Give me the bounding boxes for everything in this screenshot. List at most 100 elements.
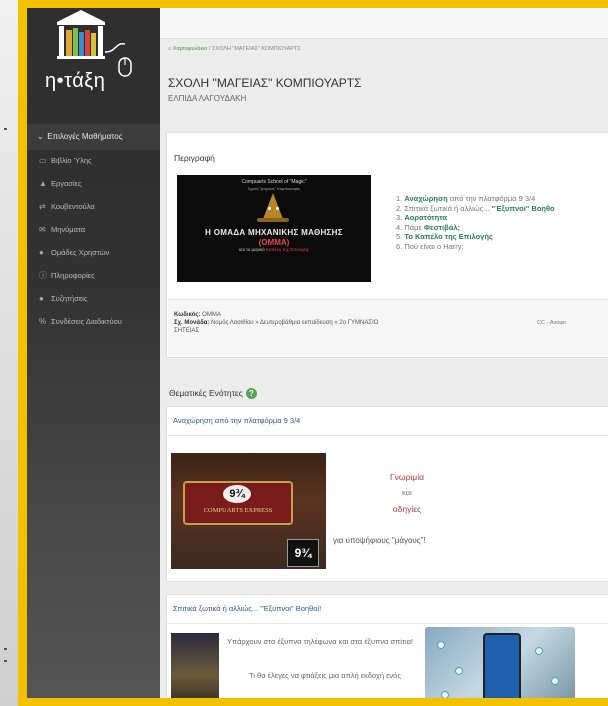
unit-card: Αναχώρηση από την πλατφόρμα 9 3/4 9¾ COM… xyxy=(166,406,608,582)
link-icon: % xyxy=(39,317,47,326)
banner-line-2: Σχολή "μαγείας" Κόμπιουαρτς xyxy=(247,186,301,191)
banner-line-5-highlight: Καπέλο της Επιλογής xyxy=(265,247,309,252)
sidebar-section-label: Επιλογές Μαθήματος xyxy=(47,132,123,141)
unit-intro-text: Γνωριμία και οδηγίες xyxy=(347,469,467,517)
course-author: ΕΛΠΙΔΑ ΛΑΓΟΥΔΑΚΗ xyxy=(168,94,247,103)
sidebar-item-assignments[interactable]: ▲ Εργασίες xyxy=(27,173,160,195)
flask-icon: ▲ xyxy=(39,179,47,188)
course-code: Κωδικός: OMMA xyxy=(174,312,221,318)
page-title: ΣΧΟΛΗ "ΜΑΓΕΙΑΣ" ΚΟΜΠΙΟΥΑΡΤΣ xyxy=(168,76,362,90)
app-dot-icon xyxy=(441,691,449,698)
sidebar-item-label: Εργασίες xyxy=(51,179,82,188)
course-school: Σχ. Μονάδα: Νομός Λασιθίου » Δευτεροβάθμ… xyxy=(174,320,379,326)
breadcrumb-home-label: Χαρτοφυλάκιο xyxy=(172,46,208,52)
platform-sign: 9¾ COMPUARTS EXPRESS xyxy=(183,481,293,525)
description-toc: 1. Αναχώρηση από την πλατφόρμα 9 3/4 2. … xyxy=(396,194,555,251)
sidebar-section-course-options[interactable]: ⌄ Επιλογές Μαθήματος xyxy=(27,124,160,150)
license-label: CC - Αναφο xyxy=(537,320,566,326)
toc-item[interactable]: 3. Αορατότητα xyxy=(396,213,555,223)
toc-item[interactable]: 5. Το Καπέλο της Επιλογής xyxy=(396,232,555,242)
banner-line-5-prefix: και το μαγικό xyxy=(239,247,265,252)
sidebar-item-course-book[interactable]: ▭ Βιβλίο Ύλης xyxy=(27,150,160,172)
app-window: η•τάξη ⌄ Επιλογές Μαθήματος ▭ Βιβλίο Ύλης… xyxy=(27,8,608,698)
highlight-frame: η•τάξη ⌄ Επιλογές Μαθήματος ▭ Βιβλίο Ύλης… xyxy=(18,0,608,706)
course-banner-image: Compuarts School of "Magic" Σχολή "μαγεί… xyxy=(177,175,371,282)
hat-eye xyxy=(268,207,271,210)
unit-title[interactable]: Σπιτικά ξωτικά ή αλλιώς... "Έξυπνοι" Βοη… xyxy=(173,604,321,613)
sidebar-item-messages[interactable]: ✉ Μηνύματα xyxy=(27,219,160,241)
banner-line-1: Compuarts School of "Magic" xyxy=(241,179,307,185)
logo-text: η•τάξη xyxy=(45,70,106,92)
breadcrumb-home[interactable]: ⌂ Χαρτοφυλάκιο xyxy=(168,46,207,52)
intro-line: Γνωριμία xyxy=(390,472,424,482)
sidebar-item-label: Συζητήσεις xyxy=(51,294,88,303)
app-dot-icon xyxy=(535,647,543,655)
logo-graphic-icon xyxy=(57,10,132,77)
platform-plate: 9¾ xyxy=(287,539,319,567)
app-dot-icon xyxy=(437,641,445,649)
unit-header[interactable]: Αναχώρηση από την πλατφόρμα 9 3/4 xyxy=(167,407,608,436)
unit-text: Τι θα έλεγες να φτιάξεις μια απλή εκδοχή… xyxy=(249,671,401,680)
breadcrumb-separator: / xyxy=(208,46,211,52)
description-title: Περιγραφή xyxy=(174,153,215,163)
sidebar-item-label: Μηνύματα xyxy=(51,225,86,234)
units-title-label: Θεματικές Ενότητες xyxy=(169,388,243,398)
main-content: ⌂ Χαρτοφυλάκιο / ΣΧΟΛΗ "ΜΑΓΕΙΑΣ" ΚΟΜΠΙΟΥ… xyxy=(160,8,608,698)
unit-card: Σπιτικά ξωτικά ή αλλιώς... "Έξυπνοι" Βοη… xyxy=(166,594,608,698)
toc-item[interactable]: 2. Σπιτικά ξωτικά ή αλλιώς... "Έξυπνοι" … xyxy=(396,204,555,214)
app-dot-icon xyxy=(455,667,463,675)
house-elf-image xyxy=(171,633,219,698)
phone-screen xyxy=(483,633,521,698)
sidebar-item-web-links[interactable]: % Συνδέσεις Διαδικτύου xyxy=(27,311,160,333)
unit-header[interactable]: Σπιτικά ξωτικά ή αλλιώς... "Έξυπνοι" Βοη… xyxy=(167,595,608,624)
exchange-icon: ⇄ xyxy=(39,202,46,211)
banner-line-5: και το μαγικό Καπέλο της Επιλογής xyxy=(177,247,371,252)
desktop-mark xyxy=(4,128,7,130)
hat-eye xyxy=(276,207,279,210)
help-icon[interactable]: ? xyxy=(245,388,257,400)
sidebar-item-label: Συνδέσεις Διαδικτύου xyxy=(51,317,122,326)
breadcrumb-current: ΣΧΟΛΗ "ΜΑΓΕΙΑΣ" ΚΟΜΠΙΟΥΑΡΤΣ xyxy=(211,46,301,52)
intro-line: οδηγίες xyxy=(392,504,422,514)
sidebar-item-label: Βιβλίο Ύλης xyxy=(51,156,92,165)
sidebar-item-label: Ομάδες Χρηστών xyxy=(51,248,110,257)
app-dot-icon xyxy=(551,677,559,685)
top-bar xyxy=(160,8,608,39)
users-icon: ● xyxy=(39,248,44,257)
sidebar-item-chat[interactable]: ⇄ Κουβεντούλα xyxy=(27,196,160,218)
envelope-icon: ✉ xyxy=(39,225,46,234)
smart-assistant-image xyxy=(425,627,575,698)
sidebar-item-label: Κουβεντούλα xyxy=(51,202,95,211)
toc-item[interactable]: 4. Πάμε Φεστιβάλ; xyxy=(396,223,555,233)
sidebar-item-label: Πληροφορίες xyxy=(51,271,95,280)
sign-text: COMPUARTS EXPRESS xyxy=(203,507,273,514)
intro-line: και xyxy=(402,488,412,497)
course-meta: Κωδικός: OMMA Σχ. Μονάδα: Νομός Λασιθίου… xyxy=(168,299,608,356)
banner-line-4: (ΟΜΜΑ) xyxy=(258,238,290,247)
toc-item[interactable]: 6. Πού είναι ο Harry; xyxy=(396,242,555,252)
chevron-down-icon: ⌄ xyxy=(37,132,44,141)
banner-line-3: Η ΟΜΑΔΑ ΜΗΧΑΝΙΚΗΣ ΜΑΘΗΣΗΣ xyxy=(205,228,343,237)
sorting-hat-icon xyxy=(263,193,283,219)
toc-item[interactable]: 1. Αναχώρηση από την πλατφόρμα 9 3/4 xyxy=(396,194,555,204)
desktop-mark xyxy=(4,660,7,662)
desktop-mark xyxy=(4,648,7,650)
unit-caption: για υποψήφιους "μάγους"! xyxy=(333,536,426,545)
description-panel: Περιγραφή Compuarts School of "Magic" Σχ… xyxy=(166,132,608,358)
info-icon: ⓘ xyxy=(39,271,47,280)
book-icon: ▭ xyxy=(39,156,47,165)
sidebar-item-user-groups[interactable]: ● Ομάδες Χρηστών xyxy=(27,242,160,264)
logo[interactable]: η•τάξη xyxy=(27,8,160,118)
course-school-cont: ΣΗΤΕΙΑΣ xyxy=(174,328,200,334)
sidebar-item-discussions[interactable]: ● Συζητήσεις xyxy=(27,288,160,310)
platform-photo: 9¾ COMPUARTS EXPRESS 9¾ xyxy=(171,453,326,569)
unit-text: Υπάρχουν στα έξυπνα τηλέφωνα και στα έξυ… xyxy=(227,637,413,646)
sidebar-item-information[interactable]: ⓘ Πληροφορίες xyxy=(27,265,160,287)
breadcrumb: ⌂ Χαρτοφυλάκιο / ΣΧΟΛΗ "ΜΑΓΕΙΑΣ" ΚΟΜΠΙΟΥ… xyxy=(168,46,301,52)
sidebar: η•τάξη ⌄ Επιλογές Μαθήματος ▭ Βιβλίο Ύλης… xyxy=(27,8,160,698)
sorting-hat-brim xyxy=(257,218,289,222)
unit-title[interactable]: Αναχώρηση από την πλατφόρμα 9 3/4 xyxy=(173,416,300,425)
comments-icon: ● xyxy=(39,294,44,303)
sign-number: 9¾ xyxy=(223,485,251,503)
units-title: Θεματικές Ενότητες? xyxy=(169,388,257,400)
